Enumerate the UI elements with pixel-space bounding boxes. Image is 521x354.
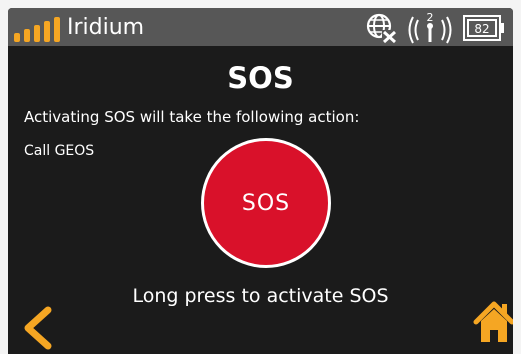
battery-icon: 82 (463, 15, 504, 41)
sos-button-label: SOS (241, 190, 291, 216)
globe-no-gps-icon (366, 13, 397, 44)
satellite-signal-icon: 2 (408, 11, 452, 44)
network-name: Iridium (67, 15, 145, 40)
battery-level: 82 (474, 22, 489, 36)
action-intro-text: Activating SOS will take the following a… (24, 108, 360, 126)
sos-button[interactable]: SOS (201, 138, 331, 268)
chevron-left-icon[interactable] (18, 306, 58, 350)
instruction-text: Long press to activate SOS (132, 285, 389, 307)
satellite-count: 2 (427, 11, 434, 24)
signal-bars-icon (14, 17, 60, 42)
home-icon[interactable] (473, 296, 513, 350)
status-bar: Iridium 2 82 (8, 8, 513, 46)
action-item-text: Call GEOS (24, 143, 95, 159)
page-title: SOS (227, 61, 294, 95)
screen: Iridium 2 82 SOS Activating SOS will tak… (8, 8, 513, 354)
